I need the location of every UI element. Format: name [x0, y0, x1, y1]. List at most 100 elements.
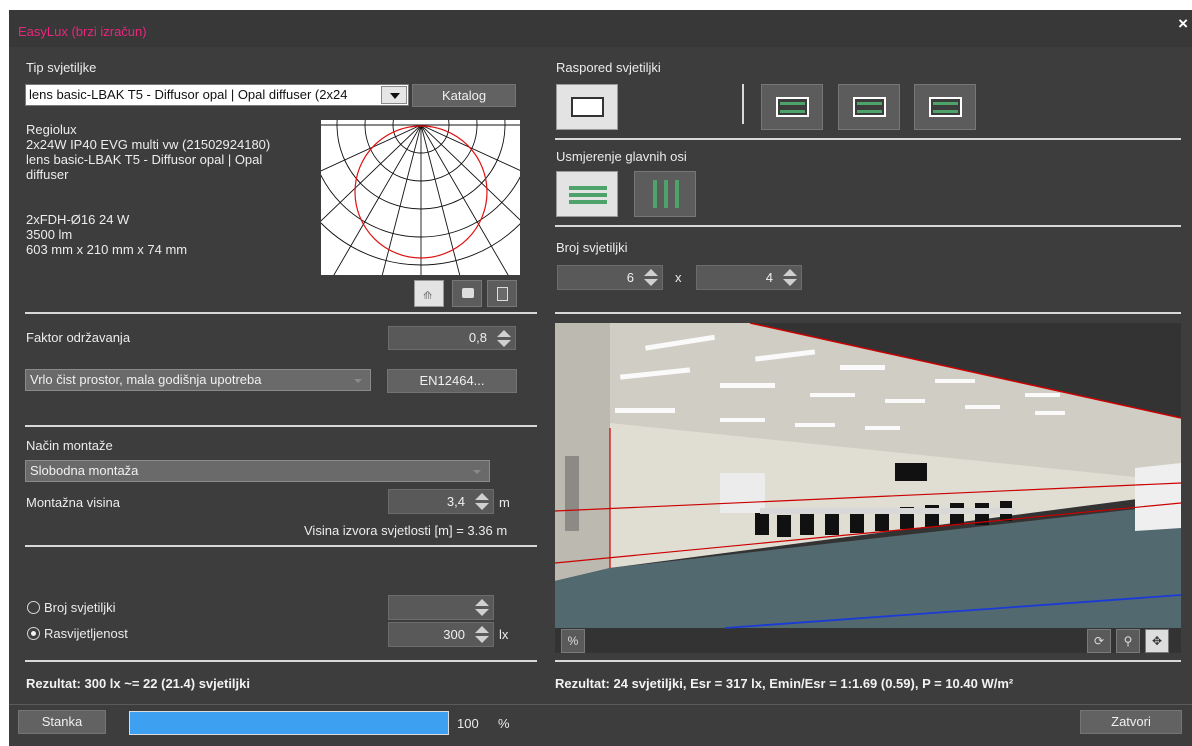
lamp-flux: 3500 lm: [26, 227, 73, 242]
divider: [555, 660, 1181, 662]
axis-label: Usmjerenje glavnih osi: [556, 149, 687, 164]
vertical-columns-icon: [653, 180, 657, 208]
grid-layout-icon: [571, 97, 604, 117]
close-button[interactable]: Zatvori: [1080, 710, 1182, 734]
layout-option-icon: [776, 97, 809, 117]
maintenance-factor-input[interactable]: 0,8: [388, 326, 516, 350]
lamp-description-cont: diffuser: [26, 167, 69, 182]
mounting-value: Slobodna montaža: [30, 463, 139, 478]
lamp-type-value: lens basic-LBAK T5 - Diffusor opal | Opa…: [29, 87, 348, 102]
lamp-model: 2x24W IP40 EVG multi vw (21502924180): [26, 137, 271, 152]
progress-value: 100: [457, 716, 479, 731]
zoom-icon[interactable]: ⚲: [1116, 629, 1140, 653]
divider: [555, 138, 1181, 140]
count-input[interactable]: [388, 595, 494, 620]
count-x-input[interactable]: 6: [557, 265, 663, 290]
illuminance-input[interactable]: 300: [388, 622, 494, 647]
spin-arrows-icon[interactable]: [782, 268, 798, 287]
count-radio-label: Broj svjetiljki: [44, 600, 116, 615]
spin-arrows-icon[interactable]: [643, 268, 659, 287]
luminaire-icon: [780, 110, 805, 113]
horizontal-rows-icon: [569, 193, 607, 197]
spin-arrows-icon[interactable]: [474, 598, 490, 617]
divider: [25, 660, 537, 662]
right-result: Rezultat: 24 svjetiljki, Esr = 317 lx, E…: [555, 676, 1014, 691]
en12464-button[interactable]: EN12464...: [387, 369, 517, 393]
illuminance-radio[interactable]: [27, 627, 40, 640]
catalog-button[interactable]: Katalog: [412, 84, 516, 107]
luminaire-icon: [857, 102, 882, 105]
luminaire-icon: [780, 102, 805, 105]
mount-height-input[interactable]: 3,4: [388, 489, 494, 514]
title-bar: EasyLux (brzi izračun) ×: [9, 10, 1192, 47]
axis-horizontal-button[interactable]: [556, 171, 618, 217]
vertical-columns-icon: [664, 180, 668, 208]
spin-arrows-icon[interactable]: [474, 625, 490, 644]
count-times-label: x: [675, 270, 682, 285]
count-label: Broj svjetiljki: [556, 240, 628, 255]
lamp-manufacturer: Regiolux: [26, 122, 77, 137]
layout-option-1-button[interactable]: [761, 84, 823, 130]
camera-icon: [462, 288, 474, 298]
lamp-dimensions: 603 mm x 210 mm x 74 mm: [26, 242, 188, 257]
count-y-value: 4: [765, 270, 773, 285]
illuminance-unit: lx: [499, 627, 509, 642]
mount-height-label: Montažna visina: [26, 495, 120, 510]
chevron-down-icon: [390, 93, 400, 99]
pause-button[interactable]: Stanka: [18, 710, 106, 734]
photo-view-button[interactable]: [452, 280, 482, 307]
progress-bar: [129, 711, 449, 735]
mount-height-unit: m: [499, 495, 510, 510]
divider: [25, 312, 537, 314]
divider: [555, 225, 1181, 227]
datasheet-icon: [497, 287, 508, 301]
room-render: [555, 323, 1181, 653]
polar-view-button[interactable]: ⟰: [414, 280, 444, 307]
percent-tool-icon[interactable]: %: [561, 629, 585, 653]
close-icon[interactable]: ×: [1178, 14, 1188, 34]
count-radio[interactable]: [27, 601, 40, 614]
layout-option-2-button[interactable]: [838, 84, 900, 130]
vertical-columns-icon: [675, 180, 679, 208]
layout-option-3-button[interactable]: [914, 84, 976, 130]
count-x-value: 6: [626, 270, 634, 285]
mounting-label: Način montaže: [26, 438, 113, 453]
layout-option-icon: [853, 97, 886, 117]
spin-arrows-icon[interactable]: [496, 329, 512, 348]
mounting-select[interactable]: Slobodna montaža: [25, 460, 490, 482]
room-3d-view[interactable]: % ⟳ ⚲ ✥: [555, 323, 1181, 653]
layout-option-icon: [929, 97, 962, 117]
window-title: EasyLux (brzi izračun): [18, 24, 147, 39]
spin-arrows-icon[interactable]: [474, 492, 490, 511]
pan-icon[interactable]: ✥: [1145, 629, 1169, 653]
illuminance-radio-label: Rasvijetljenost: [44, 626, 128, 641]
divider: [25, 545, 537, 547]
luminaire-icon: [933, 102, 958, 105]
environment-value: Vrlo čist prostor, mala godišnja upotreb…: [30, 372, 262, 387]
count-y-input[interactable]: 4: [696, 265, 802, 290]
layout-grid-button[interactable]: [556, 84, 618, 130]
lamp-type-select[interactable]: lens basic-LBAK T5 - Diffusor opal | Opa…: [25, 84, 409, 106]
horizontal-rows-icon: [569, 200, 607, 204]
polar-diagram: [321, 120, 520, 275]
illuminance-value: 300: [443, 627, 465, 642]
source-height-text: Visina izvora svjetlosti [m] = 3.36 m: [304, 523, 508, 538]
progress-fill: [130, 712, 448, 734]
divider: [555, 312, 1181, 314]
horizontal-rows-icon: [569, 186, 607, 190]
datasheet-button[interactable]: [487, 280, 517, 307]
luminaire-icon: [857, 110, 882, 113]
layout-label: Raspored svjetiljki: [556, 60, 661, 75]
lamp-description: lens basic-LBAK T5 - Diffusor opal | Opa…: [26, 152, 263, 167]
dropdown-button[interactable]: [381, 86, 407, 104]
environment-select[interactable]: Vrlo čist prostor, mala godišnja upotreb…: [25, 369, 371, 391]
axis-vertical-button[interactable]: [634, 171, 696, 217]
lamp-source: 2xFDH-Ø16 24 W: [26, 212, 130, 227]
divider: [9, 704, 1192, 705]
maintenance-label: Faktor održavanja: [26, 330, 131, 345]
easylux-dialog: EasyLux (brzi izračun) × Tip svjetiljke …: [9, 10, 1192, 746]
divider: [25, 425, 537, 427]
rotate-icon[interactable]: ⟳: [1087, 629, 1111, 653]
polar-icon: ⟰: [423, 290, 433, 302]
divider: [742, 84, 744, 124]
